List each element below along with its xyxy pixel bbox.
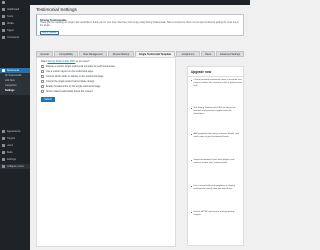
upgrade-bullet: Add properties like rating, reviewer det…	[191, 133, 242, 139]
submenu-item-all-testimonials[interactable]: All Testimonials	[5, 74, 21, 77]
sidebar-item-settings[interactable]: Settings	[0, 157, 30, 162]
option-label: Show related testimonials below the cont…	[46, 90, 93, 93]
upgrade-title: Upgrade now	[191, 70, 212, 74]
bullet-dot-icon	[191, 134, 193, 136]
comment-icon	[2, 36, 5, 39]
quote-icon	[2, 69, 5, 72]
divider	[188, 76, 244, 77]
tab-assignment[interactable]: Assignment	[176, 51, 200, 57]
dismiss-notice-button[interactable]: Got it, thanks!	[40, 30, 60, 35]
dashboard-icon	[2, 8, 5, 11]
option-label: Enable breadcrumbs on the single testimo…	[46, 85, 101, 88]
brush-icon	[2, 130, 5, 133]
option-row: Display a custom single testimonial temp…	[41, 65, 114, 68]
option-label: Choose which fields to display on the te…	[46, 75, 104, 78]
upgrade-bullet: Import testimonials from other plugins a…	[191, 159, 242, 165]
option-checkbox[interactable]	[41, 80, 44, 83]
lead-suffix: to do more?	[76, 60, 90, 63]
option-checkbox[interactable]	[41, 65, 44, 68]
sidebar-item-users[interactable]: Users	[0, 143, 30, 148]
page-icon	[2, 29, 5, 32]
submit-button[interactable]: Submit	[41, 97, 55, 102]
upgrade-bullet: Get Strong Testimonials PRO for advanced…	[191, 107, 242, 116]
pin-icon	[2, 15, 5, 18]
sidebar-item-plugins[interactable]: Plugins	[0, 136, 30, 141]
submenu-item-categories[interactable]: Categories	[5, 84, 17, 87]
bullet-dot-icon	[191, 108, 193, 110]
bullet-dot-icon	[191, 80, 193, 82]
sidebar-item-dashboard[interactable]: Dashboard	[0, 7, 30, 12]
bullet-dot-icon	[191, 160, 193, 162]
sidebar-item-tools[interactable]: Tools	[0, 150, 30, 155]
notice-text: Thank you for installing our plugin. We …	[40, 21, 239, 27]
bullet-dot-icon	[191, 212, 193, 214]
option-row: Enable breadcrumbs on the single testimo…	[41, 85, 100, 88]
upgrade-box: Upgrade now Create beautiful testimonial…	[187, 66, 244, 246]
sidebar-item-collapse[interactable]: Collapse menu	[0, 164, 30, 169]
gear-icon	[2, 158, 5, 161]
media-icon	[2, 22, 5, 25]
wordpress-logo-icon[interactable]	[2, 1, 5, 4]
sidebar-item-comments[interactable]: Comments	[0, 35, 30, 40]
option-checkbox[interactable]	[41, 70, 44, 73]
pro-upsell-line: Want Strong Testimonials PRO to do more?	[41, 60, 89, 63]
tab-views[interactable]: Views	[201, 51, 215, 57]
upgrade-bullet: Unlock all PRO extensions and get priori…	[191, 211, 242, 217]
admin-bar	[0, 0, 250, 5]
submenu-item-add-new[interactable]: Add New	[5, 79, 15, 82]
pro-link[interactable]: Strong Testimonials PRO	[47, 60, 75, 63]
option-label: Control the single testimonial template …	[46, 80, 95, 83]
settings-panel: Want Strong Testimonials PRO to do more?…	[36, 57, 176, 247]
sidebar-item-posts[interactable]: Posts	[0, 14, 30, 19]
testimonial-submenu: All Testimonials Add New Categories Sett…	[0, 73, 30, 95]
upgrade-bullet: Use custom fields and templates to displ…	[191, 185, 242, 191]
option-checkbox[interactable]	[41, 90, 44, 93]
bullet-dot-icon	[191, 186, 193, 188]
wrench-icon	[2, 151, 5, 154]
option-row: Use a custom layout on the testimonial p…	[41, 70, 93, 73]
option-checkbox[interactable]	[41, 75, 44, 78]
upgrade-bullet: Create beautiful testimonial views in se…	[191, 79, 242, 88]
option-row: Show related testimonials below the cont…	[41, 90, 93, 93]
submenu-item-settings[interactable]: Settings	[5, 89, 14, 92]
page-title: Testimonial Settings	[36, 7, 77, 12]
plugin-icon	[2, 137, 5, 140]
plugin-notice: Strong Testimonials Thank you for instal…	[36, 14, 244, 36]
collapse-icon	[2, 165, 5, 168]
option-row: Choose which fields to display on the te…	[41, 75, 103, 78]
lead-prefix: Want	[41, 60, 47, 63]
sidebar-item-pages[interactable]: Pages	[0, 28, 30, 33]
user-icon	[2, 144, 5, 147]
option-label: Display a custom single testimonial temp…	[46, 65, 115, 68]
sidebar-item-media[interactable]: Media	[0, 21, 30, 26]
admin-sidebar: Dashboard Posts Media Pages Comments Tes…	[0, 5, 30, 250]
option-label: Use a custom layout on the testimonial p…	[46, 70, 94, 73]
tab-advanced-settings[interactable]: Advanced Settings	[216, 51, 244, 57]
option-row: Control the single testimonial template …	[41, 80, 94, 83]
sidebar-item-appearance[interactable]: Appearance	[0, 129, 30, 134]
option-checkbox[interactable]	[41, 85, 44, 88]
